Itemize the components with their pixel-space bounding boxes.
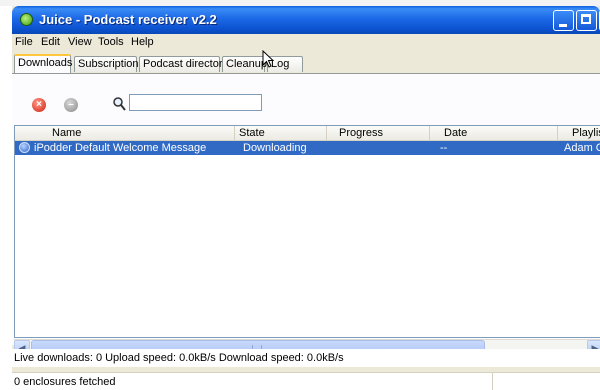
maximize-button[interactable] <box>576 10 597 31</box>
downloads-table: Name State Progress Date Playlis iPodder… <box>14 125 600 338</box>
status-divider <box>492 373 493 390</box>
menu-help[interactable]: Help <box>131 36 154 48</box>
row-playlist: Adam C <box>564 142 600 154</box>
enclosures-fetched-status: 0 enclosures fetched <box>14 376 116 388</box>
window-title: Juice - Podcast receiver v2.2 <box>39 12 217 27</box>
column-header-state[interactable]: State <box>235 126 327 140</box>
menu-bar: File Edit View Tools Help <box>12 34 600 52</box>
table-header: Name State Progress Date Playlis <box>15 126 600 141</box>
table-row[interactable]: iPodder Default Welcome Message Download… <box>15 141 600 155</box>
magnifier-icon <box>113 97 126 111</box>
minimize-button[interactable] <box>553 10 574 31</box>
cancel-download-button[interactable]: – <box>64 98 78 112</box>
tab-podcast-directory[interactable]: Podcast directory <box>139 56 228 72</box>
search-input[interactable] <box>129 94 262 111</box>
row-progress <box>339 141 429 155</box>
maximize-icon <box>581 14 591 24</box>
row-name: iPodder Default Welcome Message <box>34 142 207 154</box>
x-circle-icon: × <box>36 99 42 110</box>
mouse-pointer-icon <box>262 50 275 68</box>
downloads-panel: × – Name State Progress Date Playlis iPo… <box>12 73 600 356</box>
juice-app-icon <box>20 13 33 26</box>
minimize-icon <box>559 24 567 27</box>
column-header-name[interactable]: Name <box>15 126 235 140</box>
speed-status: Live downloads: 0 Upload speed: 0.0kB/s … <box>12 349 600 367</box>
column-header-date[interactable]: Date <box>430 126 558 140</box>
menu-tools[interactable]: Tools <box>98 36 124 48</box>
row-state: Downloading <box>243 142 307 154</box>
column-header-playlist[interactable]: Playlis <box>558 126 600 140</box>
menu-edit[interactable]: Edit <box>41 36 60 48</box>
row-date: -- <box>440 142 448 154</box>
download-status-icon <box>19 142 30 153</box>
tab-downloads[interactable]: Downloads <box>14 54 72 73</box>
title-bar[interactable]: Juice - Podcast receiver v2.2 X <box>12 6 600 34</box>
minus-circle-icon: – <box>68 99 74 110</box>
tab-cleanup[interactable]: Cleanup <box>222 56 267 72</box>
column-header-progress[interactable]: Progress <box>327 126 430 140</box>
menu-view[interactable]: View <box>68 36 92 48</box>
menu-file[interactable]: File <box>15 36 33 48</box>
app-window: Juice - Podcast receiver v2.2 X File Edi… <box>12 6 600 390</box>
remove-download-button[interactable]: × <box>32 98 46 112</box>
tab-subscriptions[interactable]: Subscriptions <box>74 56 144 72</box>
tab-bar: Downloads Subscriptions Podcast director… <box>12 52 600 74</box>
status-bar: 0 enclosures fetched <box>12 372 600 390</box>
